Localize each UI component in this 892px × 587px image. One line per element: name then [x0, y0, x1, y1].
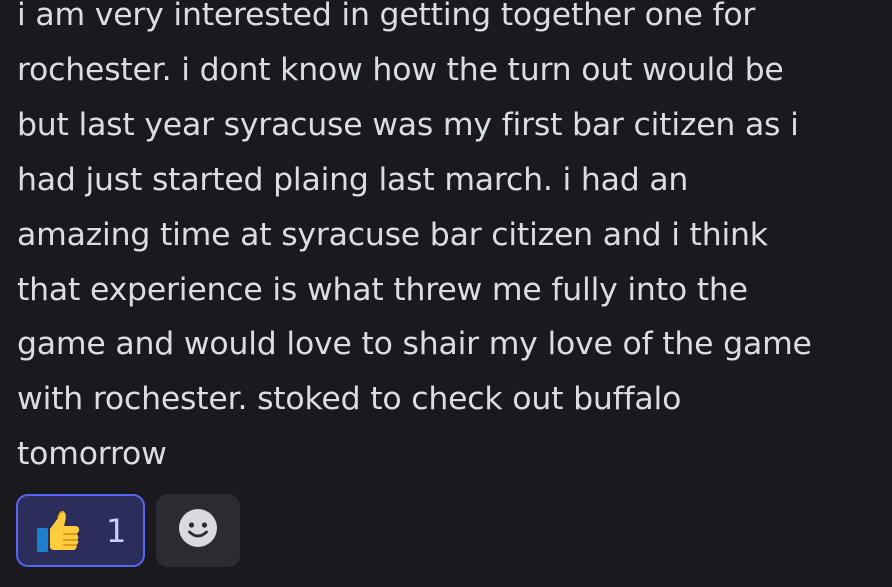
reaction-thumbs-up[interactable]: 1	[16, 494, 145, 567]
message-line: amazing time at syracuse bar citizen and…	[17, 216, 768, 253]
smiley-icon	[177, 507, 219, 554]
message-body: i am very interested in getting together…	[17, 0, 877, 482]
message-line: tomorrow	[17, 436, 167, 473]
message-line: but last year syracuse was my first bar …	[17, 106, 799, 143]
message-line: had just started plaing last march. i ha…	[17, 161, 689, 198]
thumbs-up-icon	[34, 506, 84, 556]
message-line: that experience is what threw me fully i…	[17, 271, 748, 308]
message-line: with rochester. stoked to check out buff…	[17, 381, 682, 418]
reactions-bar: 1	[16, 494, 240, 567]
message-line: rochester. i dont know how the turn out …	[17, 51, 784, 88]
message-line: game and would love to shair my love of …	[17, 326, 812, 363]
reaction-count: 1	[106, 511, 127, 550]
message-line: i am very interested in getting together…	[17, 0, 756, 33]
add-reaction-button[interactable]	[156, 494, 240, 567]
